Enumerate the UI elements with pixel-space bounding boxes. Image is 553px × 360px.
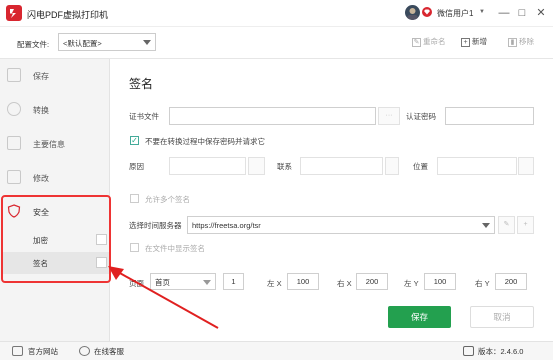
show-in-file-label: 在文件中显示签名 <box>145 244 205 253</box>
avatar[interactable] <box>405 5 420 20</box>
right-x-input[interactable]: 200 <box>356 273 388 290</box>
browse-button[interactable]: ··· <box>378 107 400 125</box>
website-link[interactable]: 官方网站 <box>28 346 58 357</box>
annotation-arrow <box>108 266 219 329</box>
right-y-label: 右 Y <box>475 279 490 288</box>
timeserver-edit-button[interactable]: ✎ <box>498 216 515 234</box>
contact-label: 联系 <box>277 162 292 171</box>
cert-password-input[interactable] <box>445 107 534 125</box>
sidebar-item-convert[interactable]: 转换 <box>0 93 110 127</box>
app-logo-icon <box>6 5 22 21</box>
sidebar-item-label: 主要信息 <box>33 140 65 149</box>
maximize-button[interactable]: □ <box>515 6 529 20</box>
security-highlight-box <box>1 195 111 283</box>
user-name[interactable]: 微信用户1 <box>437 8 473 19</box>
sidebar-item-info[interactable]: 主要信息 <box>0 127 110 161</box>
location-dropdown-button[interactable] <box>518 157 534 175</box>
cert-file-label: 证书文件 <box>129 112 159 121</box>
footer-bar: 官方网站 在线客服 版本：2.4.6.0 <box>0 341 553 360</box>
rename-icon: ✎ <box>412 37 421 47</box>
chevron-down-icon[interactable]: ▼ <box>479 9 485 15</box>
convert-icon <box>7 102 21 116</box>
sidebar-item-label: 保存 <box>33 72 49 81</box>
right-x-label: 右 X <box>337 279 352 288</box>
save-icon <box>7 68 21 82</box>
sidebar-item-save[interactable]: 保存 <box>0 59 110 93</box>
edit-icon <box>7 170 21 184</box>
location-label: 位置 <box>413 162 428 171</box>
title-bar: 闪电PDF虚拟打印机 微信用户1 ▼ — □ ✕ <box>0 0 553 27</box>
headset-icon <box>79 346 90 356</box>
left-x-input[interactable]: 100 <box>287 273 319 290</box>
reason-input[interactable] <box>169 157 246 175</box>
config-label: 配置文件: <box>17 40 50 49</box>
version-label: 版本：2.4.6.0 <box>478 347 524 356</box>
timeserver-label: 选择时间服务器 <box>129 221 182 230</box>
allow-multiple-label: 允许多个签名 <box>145 195 190 204</box>
app-title: 闪电PDF虚拟打印机 <box>27 10 109 20</box>
remove-label: 移除 <box>519 37 534 46</box>
rename-label: 重命名 <box>423 37 446 46</box>
minimize-button[interactable]: — <box>497 6 511 20</box>
page-title: 签名 <box>129 77 154 91</box>
add-label: 新增 <box>472 37 487 46</box>
save-button[interactable]: 保存 <box>388 306 451 328</box>
cancel-button[interactable]: 取消 <box>470 306 534 328</box>
info-icon <box>7 136 21 150</box>
rename-button[interactable]: ✎ 重命名 <box>412 36 446 48</box>
dont-save-password-label: 不要在转换过程中保存密码并请求它 <box>145 137 265 146</box>
timeserver-select[interactable]: https://freetsa.org/tsr <box>187 216 495 234</box>
dont-save-password-checkbox[interactable]: ✓ <box>130 136 139 145</box>
sidebar-item-label: 转换 <box>33 106 49 115</box>
allow-multiple-checkbox[interactable] <box>130 194 139 203</box>
chevron-down-icon <box>143 40 151 45</box>
close-button[interactable]: ✕ <box>534 6 548 20</box>
left-y-input[interactable]: 100 <box>424 273 456 290</box>
trash-icon: ▮ <box>508 37 517 47</box>
reason-dropdown-button[interactable] <box>248 157 265 175</box>
cert-file-input[interactable] <box>169 107 376 125</box>
timeserver-value: https://freetsa.org/tsr <box>192 221 261 230</box>
show-in-file-checkbox[interactable] <box>130 243 139 252</box>
contact-dropdown-button[interactable] <box>385 157 399 175</box>
config-select-value: <默认配置> <box>63 39 102 48</box>
config-select[interactable]: <默认配置> <box>58 33 156 51</box>
remove-button[interactable]: ▮ 移除 <box>508 36 534 48</box>
contact-input[interactable] <box>300 157 383 175</box>
vip-badge-icon <box>422 7 432 17</box>
right-y-input[interactable]: 200 <box>495 273 527 290</box>
chevron-down-icon <box>482 223 490 228</box>
sidebar-item-edit[interactable]: 修改 <box>0 161 110 195</box>
monitor-icon <box>12 346 23 356</box>
support-link[interactable]: 在线客服 <box>94 346 124 357</box>
download-icon <box>463 346 474 356</box>
reason-label: 原因 <box>129 162 144 171</box>
plus-icon: + <box>461 37 470 47</box>
left-x-label: 左 X <box>267 279 282 288</box>
left-y-label: 左 Y <box>404 279 419 288</box>
location-input[interactable] <box>437 157 517 175</box>
cert-password-label: 认证密码 <box>406 112 436 121</box>
add-config-button[interactable]: + 新增 <box>461 36 487 48</box>
timeserver-add-button[interactable]: + <box>517 216 534 234</box>
sidebar-item-label: 修改 <box>33 174 49 183</box>
page-number-input[interactable]: 1 <box>223 273 244 290</box>
